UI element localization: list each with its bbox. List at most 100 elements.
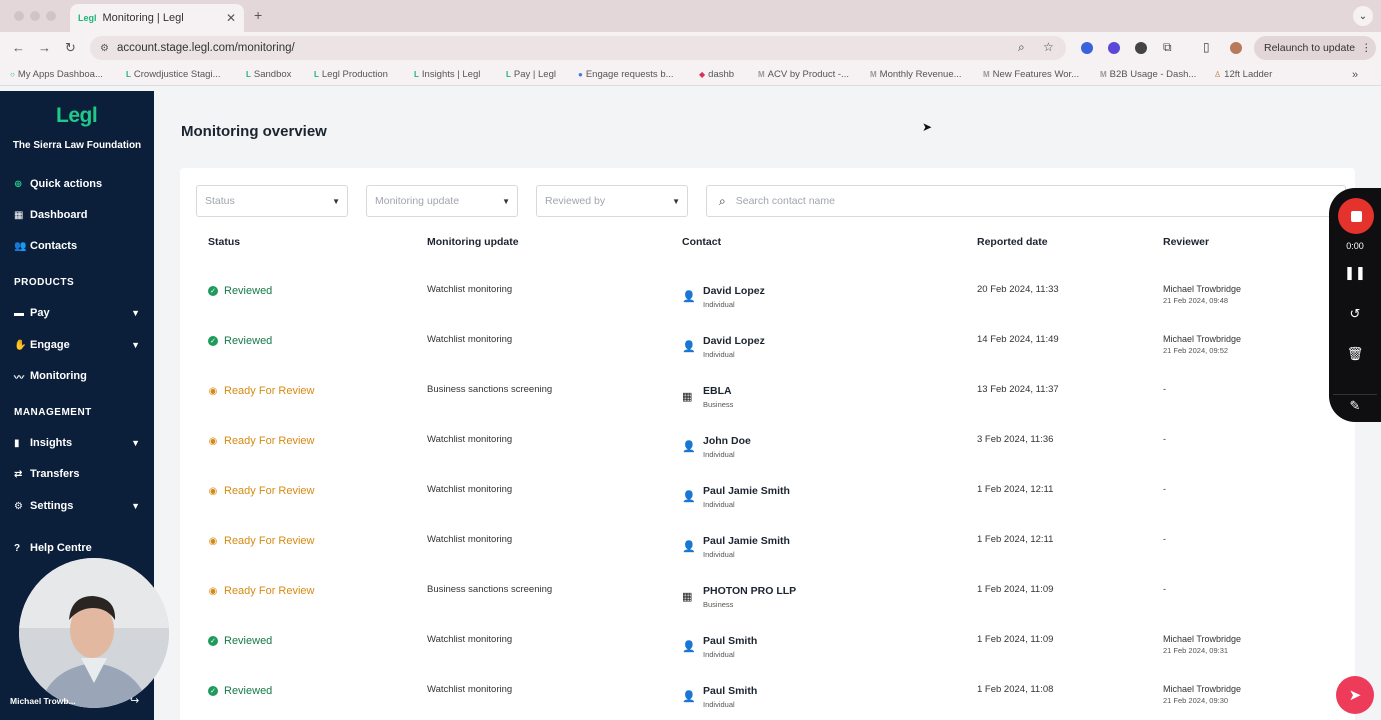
table-row[interactable]: ◉ Ready For Review Watchlist monitoring 👤 Pa… bbox=[180, 521, 1355, 571]
extension-icon[interactable] bbox=[1135, 42, 1147, 54]
status-badge: ◉ Ready For Review bbox=[208, 485, 315, 497]
contact-name-link[interactable]: David Lopez bbox=[703, 335, 765, 347]
contact-type: Individual bbox=[703, 650, 735, 659]
bookmark-item[interactable]: L Insights | Legl bbox=[414, 69, 480, 80]
monitoring-update-filter-select[interactable]: Monitoring update ▼ bbox=[366, 185, 518, 217]
page-title: Monitoring overview bbox=[181, 123, 327, 140]
window-minimize-dot[interactable] bbox=[30, 11, 40, 21]
table-row[interactable]: ◉ Ready For Review Business sanctions scre… bbox=[180, 371, 1355, 421]
window-close-dot[interactable] bbox=[14, 11, 24, 21]
extension-icon[interactable] bbox=[1081, 42, 1093, 54]
restart-icon[interactable]: ↺ bbox=[1329, 306, 1381, 322]
main-content: Monitoring overview Status ▼ Monitoring … bbox=[154, 91, 1381, 720]
contact-search-input[interactable]: ⌕ Search contact name bbox=[706, 185, 1346, 217]
sidebar-item-insights[interactable]: ▮ Insights ▼ bbox=[14, 434, 140, 452]
back-arrow-icon[interactable]: ← bbox=[12, 40, 25, 55]
zoom-icon[interactable]: ⌕ bbox=[1018, 40, 1025, 55]
forward-arrow-icon[interactable]: → bbox=[38, 40, 51, 55]
bookmark-item[interactable]: ◆ dashb bbox=[699, 69, 734, 80]
table-row[interactable]: ✓ Reviewed Watchlist monitoring 👤 David Lope… bbox=[180, 321, 1355, 371]
window-maximize-dot[interactable] bbox=[46, 11, 56, 21]
new-tab-icon[interactable]: + bbox=[254, 7, 262, 23]
bookmark-item[interactable]: M Monthly Revenue... bbox=[870, 69, 962, 80]
side-panel-icon[interactable]: ▯ bbox=[1203, 40, 1210, 54]
reviewed-by-filter-select[interactable]: Reviewed by ▼ bbox=[536, 185, 688, 217]
extension-icon[interactable] bbox=[1108, 42, 1120, 54]
status-badge: ◉ Ready For Review bbox=[208, 435, 315, 447]
feedback-rocket-button[interactable]: ➤ bbox=[1336, 676, 1374, 714]
stop-recording-button[interactable] bbox=[1338, 198, 1374, 234]
browser-tab[interactable]: Legl Monitoring | Legl ✕ bbox=[70, 4, 244, 32]
contact-name-link[interactable]: Paul Smith bbox=[703, 685, 757, 697]
contact-name-link[interactable]: EBLA bbox=[703, 385, 732, 397]
bookmark-item[interactable]: ○ My Apps Dashboa... bbox=[10, 69, 103, 80]
sidebar-item-transfers[interactable]: ⇄ Transfers bbox=[14, 465, 140, 483]
contact-name-link[interactable]: PHOTON PRO LLP bbox=[703, 585, 796, 597]
address-bar[interactable]: ⚙ account.stage.legl.com/monitoring/ bbox=[90, 36, 1066, 60]
bookmark-item[interactable]: ♙ 12ft Ladder bbox=[1214, 69, 1272, 80]
table-row[interactable]: ✓ Reviewed Watchlist monitoring 👤 Paul Smith… bbox=[180, 671, 1355, 720]
eye-icon: ◉ bbox=[208, 385, 218, 397]
bookmark-item[interactable]: L Legl Production bbox=[314, 69, 388, 80]
chevron-down-icon[interactable]: ▼ bbox=[131, 308, 140, 318]
status-badge: ✓ Reviewed bbox=[208, 635, 272, 647]
section-management: MANAGEMENT bbox=[14, 407, 92, 418]
more-menu-icon[interactable]: ⋮ bbox=[1361, 42, 1372, 54]
contact-name-link[interactable]: Paul Jamie Smith bbox=[703, 535, 790, 547]
chevron-down-icon[interactable]: ▼ bbox=[131, 340, 140, 350]
sidebar-item-contacts[interactable]: 👥 Contacts bbox=[14, 237, 140, 255]
contact-name-link[interactable]: John Doe bbox=[703, 435, 751, 447]
relaunch-button[interactable]: Relaunch to update ⋮ bbox=[1254, 36, 1376, 60]
person-icon: 👤 bbox=[682, 341, 696, 353]
legl-favicon-icon: Legl bbox=[78, 13, 97, 23]
status-filter-select[interactable]: Status ▼ bbox=[196, 185, 348, 217]
site-settings-icon[interactable]: ⚙ bbox=[100, 43, 109, 54]
draw-pencil-icon[interactable]: ✎ bbox=[1329, 398, 1381, 414]
logout-icon[interactable]: ↪ bbox=[130, 694, 139, 707]
reviewer-name: Michael Trowbridge bbox=[1163, 634, 1242, 644]
check-circle-icon: ✓ bbox=[208, 636, 218, 646]
bookmark-item[interactable]: ● Engage requests b... bbox=[578, 69, 674, 80]
bookmark-item[interactable]: L Crowdjustice Stagi... bbox=[126, 69, 220, 80]
bookmark-item[interactable]: M New Features Wor... bbox=[983, 69, 1079, 80]
sidebar-item-monitoring[interactable]: 〰 Monitoring bbox=[14, 367, 140, 385]
sidebar-item-quick-actions[interactable]: ⊕ Quick actions bbox=[14, 175, 140, 193]
pause-icon[interactable]: ❚❚ bbox=[1329, 265, 1381, 281]
bookmarks-overflow-icon[interactable]: » bbox=[1352, 69, 1358, 81]
tab-close-icon[interactable]: ✕ bbox=[226, 11, 236, 25]
contact-name-link[interactable]: Paul Smith bbox=[703, 635, 757, 647]
contact-name-link[interactable]: David Lopez bbox=[703, 285, 765, 297]
reviewer-name: - bbox=[1163, 384, 1166, 394]
sidebar-item-pay[interactable]: ▬ Pay ▼ bbox=[14, 304, 140, 322]
column-header-contact[interactable]: Contact bbox=[682, 236, 721, 248]
reload-icon[interactable]: ↻ bbox=[65, 40, 76, 56]
column-header-reported-date[interactable]: Reported date bbox=[977, 236, 1048, 248]
column-header-reviewer[interactable]: Reviewer bbox=[1163, 236, 1209, 248]
column-header-monitoring-update[interactable]: Monitoring update bbox=[427, 236, 519, 248]
table-row[interactable]: ◉ Ready For Review Watchlist monitoring 👤 Pa… bbox=[180, 471, 1355, 521]
profile-avatar[interactable] bbox=[1230, 42, 1242, 54]
bookmark-item[interactable]: M ACV by Product -... bbox=[758, 69, 849, 80]
table-row[interactable]: ✓ Reviewed Watchlist monitoring 👤 Paul Smith… bbox=[180, 621, 1355, 671]
table-row[interactable]: ◉ Ready For Review Watchlist monitoring 👤 Jo… bbox=[180, 421, 1355, 471]
bookmark-star-icon[interactable]: ☆ bbox=[1043, 40, 1054, 54]
delete-icon[interactable]: 🗑 bbox=[1329, 346, 1381, 362]
chevron-down-icon[interactable]: ▼ bbox=[131, 501, 140, 511]
sidebar-item-settings[interactable]: ⚙ Settings ▼ bbox=[14, 497, 140, 515]
bookmark-icon: L bbox=[126, 70, 131, 79]
reviewer-name: - bbox=[1163, 534, 1166, 544]
contact-name-link[interactable]: Paul Jamie Smith bbox=[703, 485, 790, 497]
legl-logo[interactable]: Legl bbox=[56, 104, 98, 128]
tab-search-chevron-icon[interactable]: ⌄ bbox=[1353, 6, 1373, 26]
extensions-puzzle-icon[interactable]: ⧉ bbox=[1163, 40, 1172, 55]
sidebar-item-help-centre[interactable]: ? Help Centre bbox=[14, 539, 140, 557]
bookmark-item[interactable]: L Pay | Legl bbox=[506, 69, 556, 80]
bookmark-item[interactable]: M B2B Usage - Dash... bbox=[1100, 69, 1196, 80]
chevron-down-icon[interactable]: ▼ bbox=[131, 438, 140, 448]
column-header-status[interactable]: Status bbox=[208, 236, 240, 248]
table-row[interactable]: ✓ Reviewed Watchlist monitoring 👤 David Lope… bbox=[180, 271, 1355, 321]
bookmark-item[interactable]: L Sandbox bbox=[246, 69, 291, 80]
sidebar-item-dashboard[interactable]: ▦ Dashboard bbox=[14, 206, 140, 224]
sidebar-item-engage[interactable]: ✋ Engage ▼ bbox=[14, 336, 140, 354]
table-row[interactable]: ◉ Ready For Review Business sanctions scre… bbox=[180, 571, 1355, 621]
